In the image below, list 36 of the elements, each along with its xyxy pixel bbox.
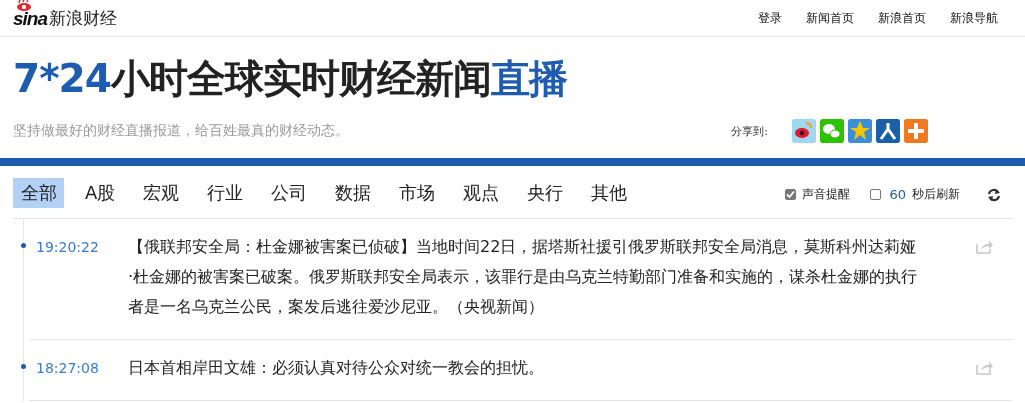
share-label: 分享到: [731, 123, 768, 139]
news-time: 18:27:08 [35, 359, 100, 378]
plus-icon[interactable] [904, 119, 928, 143]
nav-link[interactable]: 新浪首页 [878, 9, 926, 27]
category-tab[interactable]: 央行 [519, 178, 571, 208]
category-tab[interactable]: 行业 [199, 178, 251, 208]
news-text: 【俄联邦安全局：杜金娜被害案已侦破】当地时间22日，据塔斯社援引俄罗斯联邦安全局消息，莫斯科州达莉娅·杜金娜的被害案已破案。俄罗斯联邦安全局表示，该罪行是由乌克兰特勤部门准备和实施的，谋杀杜金娜的执行者是一名乌克兰公民，案发后逃往爱沙尼亚。（央视新闻） [128, 236, 918, 318]
timeline-dot [21, 364, 26, 369]
category-tab[interactable]: 数据 [327, 178, 379, 208]
countdown-seconds: 60 [889, 187, 906, 202]
page-title: 7*24小时全球实时财经新闻直播 [13, 55, 569, 103]
timeline-dot [21, 243, 26, 248]
weibo-icon[interactable] [792, 119, 816, 143]
category-tab[interactable]: 市场 [391, 178, 443, 208]
nav-link[interactable]: 新浪导航 [950, 9, 998, 27]
news-time: 19:20:22 [35, 238, 100, 257]
nav-link[interactable]: 新闻首页 [806, 9, 854, 27]
checkbox[interactable] [870, 189, 882, 200]
nav-link[interactable]: 登录 [758, 9, 782, 27]
checkbox-label: 秒后刷新 [912, 186, 960, 203]
site-name: 新浪财经 [49, 6, 118, 30]
person-icon[interactable] [876, 119, 900, 143]
category-tab[interactable]: 宏观 [135, 178, 187, 208]
refresh-icon[interactable] [986, 186, 1002, 203]
checkbox-label: 声音提醒 [802, 186, 851, 203]
logo-mark[interactable]: sina [13, 7, 48, 29]
subtitle: 坚持做最好的财经直播报道，给百姓最真的财经动态。 [13, 122, 349, 140]
category-tab[interactable]: A股 [77, 178, 123, 208]
checkbox[interactable] [785, 189, 797, 200]
category-tab[interactable]: 全部 [13, 178, 64, 208]
category-tab[interactable]: 其他 [583, 178, 635, 208]
category-tab[interactable]: 公司 [263, 178, 315, 208]
star-icon[interactable] [848, 119, 872, 143]
news-text: 日本首相岸田文雄：必须认真对待公众对统一教会的担忧。 [128, 357, 545, 379]
category-tab[interactable]: 观点 [455, 178, 507, 208]
eye-icon [16, 0, 32, 11]
